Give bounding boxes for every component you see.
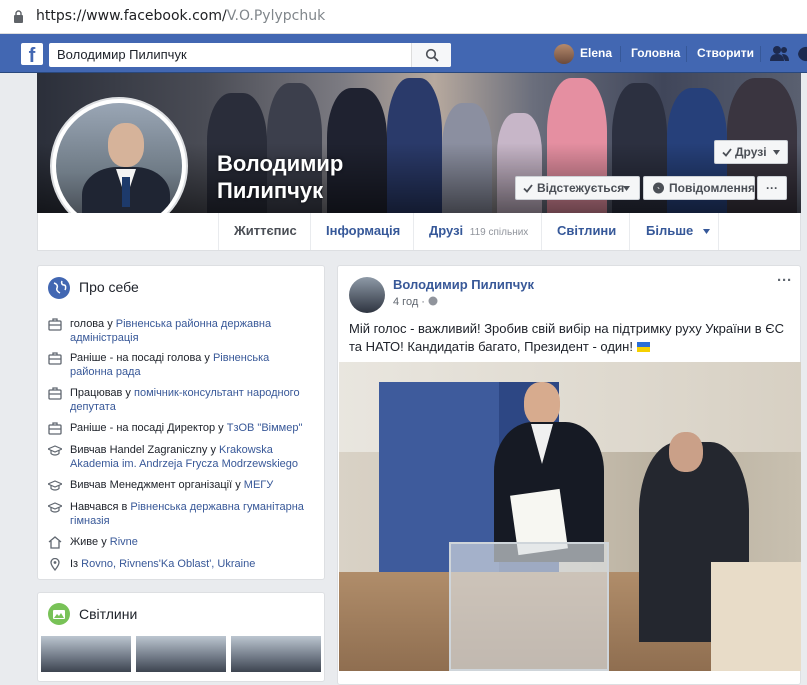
search-input[interactable]: Володимир Пилипчук — [57, 47, 187, 62]
post-author-avatar[interactable] — [349, 277, 385, 313]
briefcase-icon — [48, 387, 62, 400]
post-timestamp[interactable]: 4 год · — [393, 296, 438, 308]
url-text[interactable]: https://www.facebook.com/V.O.Pylypchuk — [36, 8, 325, 24]
photo-thumbnail[interactable] — [136, 636, 226, 672]
facebook-logo-icon[interactable]: f — [21, 43, 43, 65]
mutual-friends-count: 119 спільних — [469, 227, 529, 238]
chevron-down-icon — [773, 150, 780, 155]
briefcase-icon — [48, 352, 62, 365]
intro-link[interactable]: Rovno, Rivnens'Ka Oblast', Ukraine — [81, 558, 255, 570]
graduation-cap-icon — [48, 502, 62, 513]
following-button[interactable]: Відстежується — [515, 176, 640, 200]
post-menu-button[interactable]: ··· — [777, 272, 792, 289]
nav-divider — [686, 46, 687, 62]
intro-link[interactable]: Rivne — [110, 536, 138, 548]
user-avatar[interactable] — [554, 44, 574, 64]
checkmark-icon — [523, 184, 533, 193]
nav-divider — [620, 46, 621, 62]
intro-link[interactable]: ТзОВ "Віммер" — [227, 422, 303, 434]
nav-create-link[interactable]: Створити — [697, 34, 754, 73]
intro-card: Про себе голова у Рівненська районна дер… — [37, 265, 325, 580]
intro-link[interactable]: МЕГУ — [244, 479, 273, 491]
search-icon — [425, 48, 439, 62]
browser-address-bar[interactable]: https://www.facebook.com/V.O.Pylypchuk — [0, 0, 807, 34]
ballot-box — [449, 542, 609, 671]
intro-title: Про себе — [79, 279, 139, 295]
tab-timeline[interactable]: Життєпис — [234, 213, 297, 250]
messenger-icon[interactable] — [798, 46, 807, 62]
nav-home-link[interactable]: Головна — [631, 34, 680, 73]
photos-title: Світлини — [79, 606, 138, 622]
search-box[interactable]: Володимир Пилипчук — [49, 43, 451, 67]
friends-status-button[interactable]: Друзі — [714, 140, 788, 164]
nav-divider — [760, 46, 761, 62]
tab-friends[interactable]: Друзі 119 спільних — [429, 213, 528, 250]
briefcase-icon — [48, 422, 62, 435]
search-button[interactable] — [411, 43, 451, 67]
post-author-name[interactable]: Володимир Пилипчук — [393, 277, 534, 292]
location-pin-icon — [50, 558, 60, 571]
photo-thumbnail[interactable] — [41, 636, 131, 672]
message-button[interactable]: Повідомлення — [643, 176, 755, 200]
chevron-down-icon — [702, 229, 710, 235]
messenger-icon — [653, 182, 664, 194]
post-photo[interactable] — [339, 362, 801, 671]
tab-about[interactable]: Інформація — [326, 213, 400, 250]
globe-icon — [48, 277, 70, 299]
briefcase-icon — [48, 318, 62, 331]
tab-photos[interactable]: Світлини — [557, 213, 616, 250]
lock-icon — [14, 10, 23, 23]
post-text: Мій голос - важливий! Зробив свій вибір … — [349, 321, 785, 354]
checkmark-icon — [722, 148, 732, 157]
profile-name[interactable]: Володимир Пилипчук — [217, 150, 343, 204]
facebook-top-bar: f Володимир Пилипчук Elena Головна Створ… — [0, 34, 807, 73]
nav-user-link[interactable]: Elena — [580, 34, 612, 73]
profile-tabs: Життєпис Інформація Друзі 119 спільних С… — [37, 213, 801, 251]
graduation-cap-icon — [48, 445, 62, 456]
graduation-cap-icon — [48, 480, 62, 491]
ukraine-flag-icon — [636, 342, 650, 352]
friend-requests-icon[interactable] — [770, 45, 790, 62]
home-icon — [48, 536, 62, 549]
profile-more-button[interactable]: ··· — [757, 176, 787, 200]
photo-thumbnail[interactable] — [231, 636, 321, 672]
photos-icon — [48, 603, 70, 625]
tab-more[interactable]: Більше — [646, 213, 710, 250]
globe-icon — [428, 296, 438, 306]
chevron-down-icon — [623, 186, 630, 191]
